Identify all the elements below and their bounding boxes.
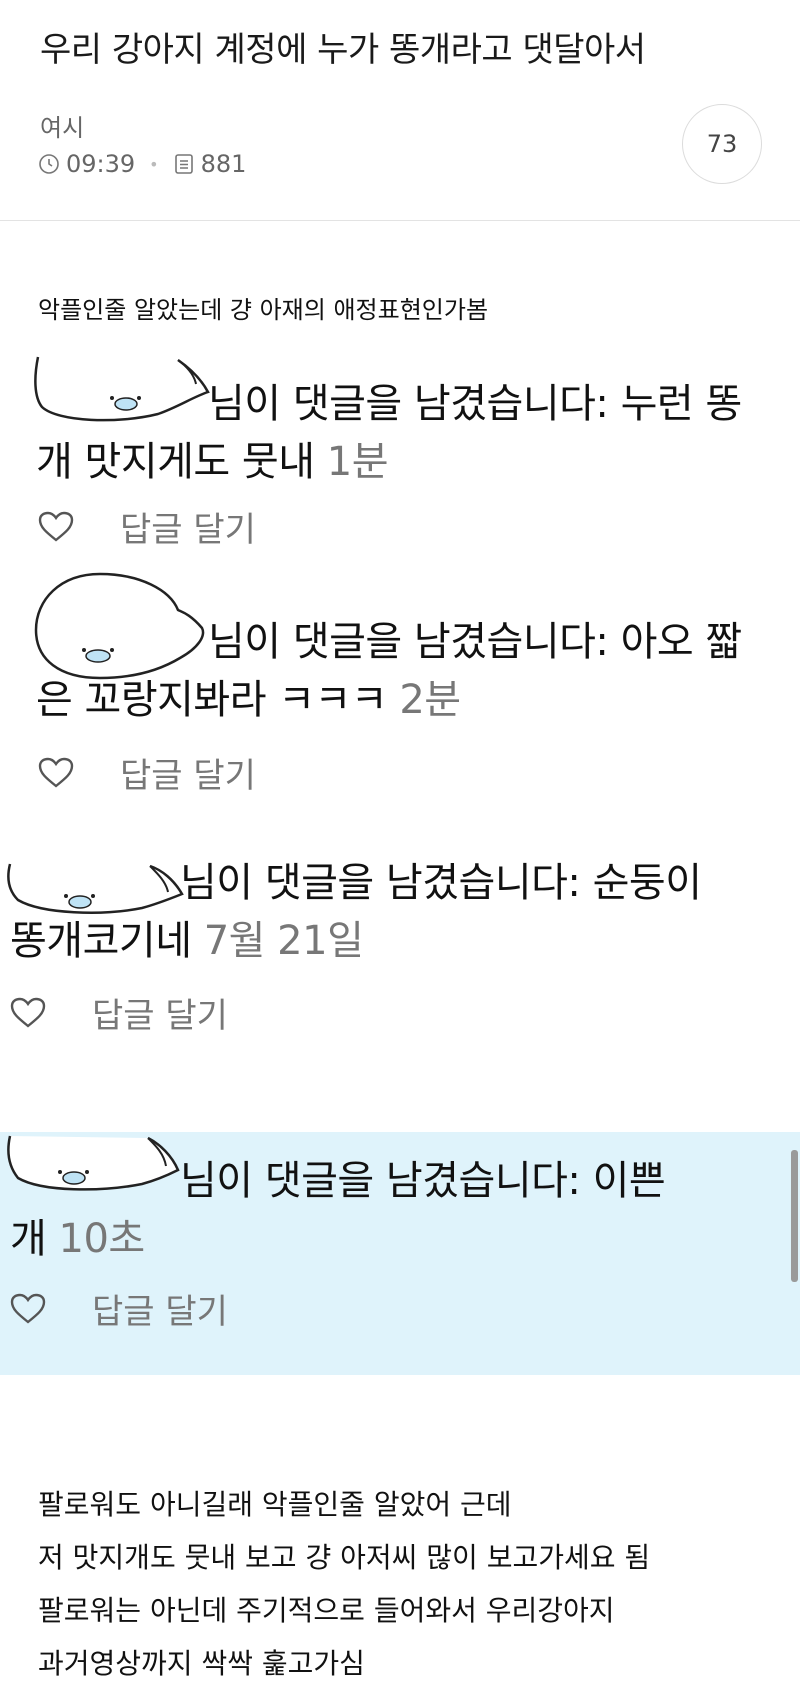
outro-line: 팔로워도 아니길래 악플인줄 알았어 근데	[38, 1488, 512, 1521]
notification-time: 7월 21일	[203, 918, 364, 964]
reply-button[interactable]: 답글 달기	[92, 988, 228, 1037]
notification-actions: 답글 달기	[10, 988, 228, 1037]
notification-text: 님이 댓글을 남겼습니다: 이쁜	[180, 1158, 666, 1204]
notification-item-highlighted: 님이 댓글을 남겼습니다: 이쁜 개 10초 답글 달기	[0, 1132, 800, 1375]
notification-text: 님이 댓글을 남겼습니다: 아오 짧	[208, 619, 742, 665]
post-title: 우리 강아지 계정에 누가 똥개라고 댓달아서	[40, 30, 646, 70]
reply-button[interactable]: 답글 달기	[92, 1284, 228, 1333]
notification-actions: 답글 달기	[10, 1284, 228, 1333]
notification-text-cont: 개 10초	[10, 1216, 146, 1262]
notification-time: 1분	[326, 439, 389, 485]
outro-line: 팔로워는 아닌데 주기적으로 들어와서 우리강아지	[38, 1594, 615, 1627]
intro-text: 악플인줄 알았는데 걍 아재의 애정표현인가봄	[38, 296, 489, 324]
heart-icon[interactable]	[10, 1293, 46, 1325]
notification-item: 님이 댓글을 남겼습니다: 누런 똥 개 맛지게도 뭇내 1분 답글 달기	[0, 340, 800, 570]
post-meta: 09:39 • 881	[38, 150, 246, 178]
notification-item: 님이 댓글을 남겼습니다: 아오 짧 은 꼬랑지봐라 ㅋㅋㅋ 2분 답글 달기	[0, 570, 800, 810]
clock-icon	[39, 154, 59, 174]
notification-text-cont: 개 맛지게도 뭇내 1분	[36, 439, 389, 485]
notification-text: 님이 댓글을 남겼습니다: 누런 똥	[208, 381, 742, 427]
scrollbar[interactable]	[791, 1150, 798, 1282]
heart-icon[interactable]	[38, 511, 74, 543]
view-count: 881	[200, 150, 247, 178]
avatar-sticker	[7, 1135, 180, 1191]
notification-actions: 답글 달기	[38, 748, 256, 797]
author-name[interactable]: 여시	[40, 108, 84, 143]
notification-text-cont: 은 꼬랑지봐라 ㅋㅋㅋ 2분	[36, 677, 461, 723]
comment-count-badge[interactable]: 73	[682, 104, 762, 184]
post-time: 09:39	[66, 150, 136, 178]
notification-item: 님이 댓글을 남겼습니다: 순둥이 똥개코기네 7월 21일 답글 달기	[0, 860, 800, 1060]
heart-icon[interactable]	[10, 997, 46, 1029]
outro-text: 팔로워도 아니길래 악플인줄 알았어 근데 저 맛지개도 뭇내 보고 걍 아저씨…	[38, 1478, 650, 1690]
notification-text-cont: 똥개코기네 7월 21일	[10, 918, 364, 964]
heart-icon[interactable]	[38, 757, 74, 789]
reply-button[interactable]: 답글 달기	[120, 748, 256, 797]
post-header: 우리 강아지 계정에 누가 똥개라고 댓달아서 여시 09:39 • 881 7…	[0, 0, 800, 221]
document-icon	[174, 154, 193, 174]
notification-time: 2분	[399, 677, 461, 723]
reply-button[interactable]: 답글 달기	[120, 502, 256, 551]
avatar-sticker	[34, 356, 210, 422]
outro-line: 저 맛지개도 뭇내 보고 걍 아저씨 많이 보고가세요 됨	[38, 1541, 651, 1574]
notification-time: 10초	[58, 1216, 146, 1262]
outro-line: 과거영상까지 싹싹 훑고가심	[38, 1647, 365, 1680]
notification-text: 님이 댓글을 남겼습니다: 순둥이	[180, 860, 702, 906]
meta-separator: •	[149, 154, 159, 174]
notification-actions: 답글 달기	[38, 502, 256, 551]
